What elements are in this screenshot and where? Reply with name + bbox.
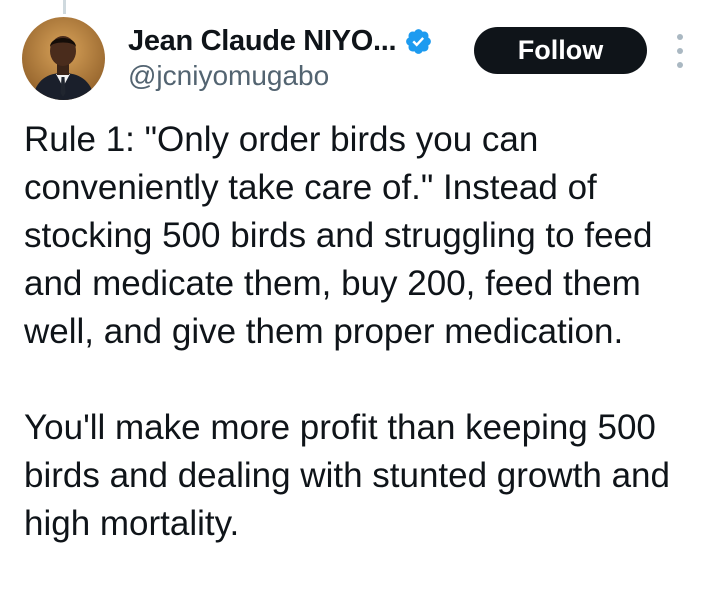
more-options-icon[interactable] bbox=[668, 34, 692, 68]
author-name-row: Jean Claude NIYO... bbox=[128, 22, 433, 60]
verified-icon bbox=[404, 27, 433, 56]
tweet-paragraph-2: You'll make more profit than keeping 500… bbox=[24, 408, 670, 543]
avatar[interactable] bbox=[22, 17, 105, 100]
tweet-paragraph-1: Rule 1: "Only order birds you can conven… bbox=[24, 120, 653, 351]
follow-button[interactable]: Follow bbox=[474, 27, 647, 74]
thread-connector-line bbox=[63, 0, 66, 14]
tweet-text: Rule 1: "Only order birds you can conven… bbox=[24, 116, 704, 548]
author-display-name[interactable]: Jean Claude NIYO... bbox=[128, 25, 397, 58]
author-handle[interactable]: @jcniyomugabo bbox=[128, 60, 329, 92]
